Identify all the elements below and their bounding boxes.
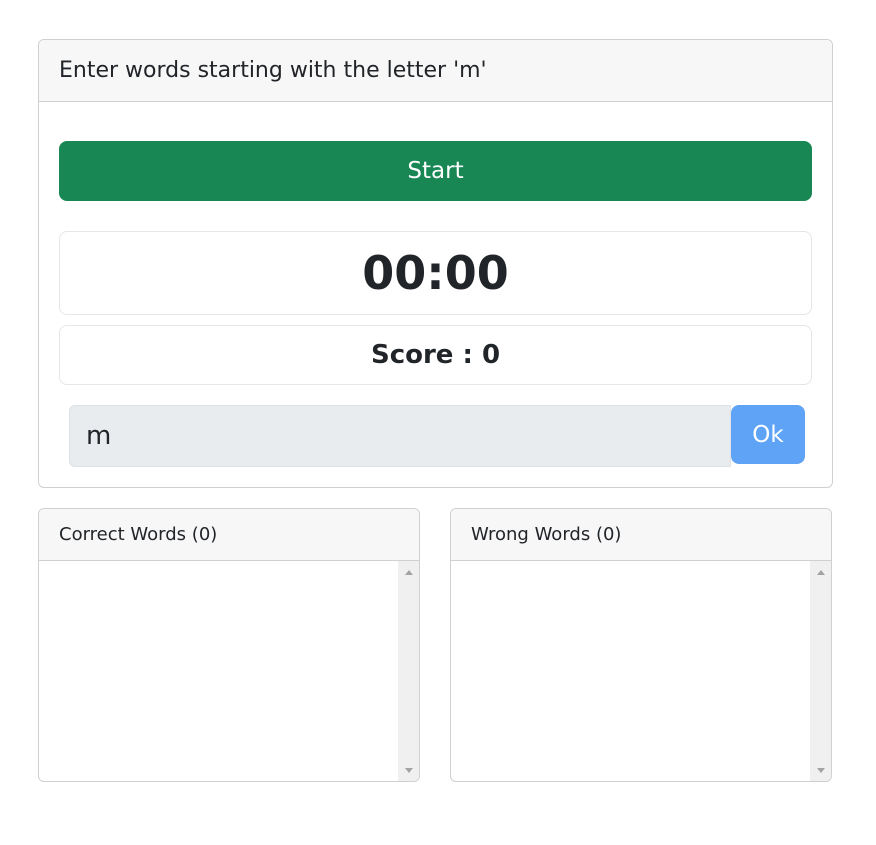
scroll-down-icon[interactable] (398, 761, 419, 779)
word-input[interactable] (69, 405, 731, 467)
start-button[interactable]: Start (59, 141, 812, 201)
scroll-up-icon[interactable] (810, 563, 831, 581)
correct-words-content (39, 561, 398, 781)
wrong-words-scrollbar[interactable] (810, 561, 831, 781)
game-instruction-title: Enter words starting with the letter 'm' (59, 58, 487, 83)
correct-words-list[interactable] (39, 561, 419, 781)
timer-display: 00:00 (59, 231, 812, 315)
ok-button[interactable]: Ok (731, 405, 805, 464)
wrong-words-list[interactable] (451, 561, 831, 781)
wrong-words-card: Wrong Words (0) (450, 508, 832, 782)
correct-words-title: Correct Words (59, 524, 192, 545)
correct-words-scrollbar[interactable] (398, 561, 419, 781)
score-value: 0 (481, 340, 501, 370)
scroll-up-icon[interactable] (398, 563, 419, 581)
correct-words-card: Correct Words (0) (38, 508, 420, 782)
wrong-words-count: (0) (595, 524, 622, 545)
correct-words-header: Correct Words (0) (39, 509, 419, 561)
wrong-words-header: Wrong Words (0) (451, 509, 831, 561)
score-display: Score : 0 (59, 325, 812, 385)
game-card-header: Enter words starting with the letter 'm' (39, 40, 832, 102)
wrong-words-content (451, 561, 810, 781)
scroll-down-icon[interactable] (810, 761, 831, 779)
correct-words-count: (0) (191, 524, 218, 545)
game-card: Enter words starting with the letter 'm'… (38, 39, 833, 488)
timer-value: 00:00 (362, 246, 509, 300)
score-label: Score : (370, 340, 482, 370)
wrong-words-title: Wrong Words (471, 524, 596, 545)
